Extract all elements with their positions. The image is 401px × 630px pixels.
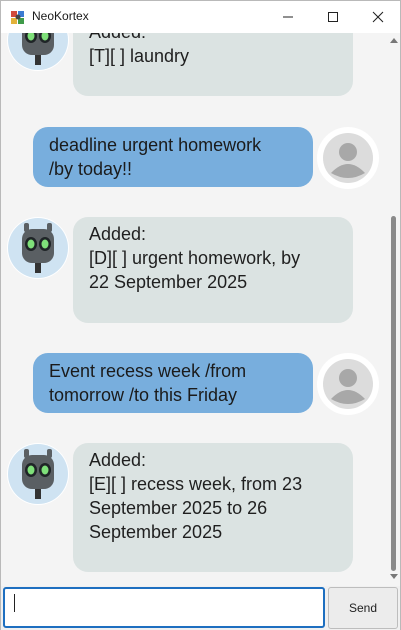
close-button[interactable] [355,1,401,33]
message-line: Added: [89,224,147,244]
bot-avatar [7,33,69,71]
robot-icon [8,218,68,278]
maximize-icon [328,12,338,22]
message-line: Event recess week /from [49,361,247,381]
minimize-icon [283,16,293,18]
app-icon [10,9,26,25]
title-bar[interactable]: NeoKortex [1,1,400,33]
bot-message-bubble: Added: [T][ ] laundry [73,33,353,96]
message-line: [T][ ] laundry [89,46,190,66]
message-line: /by today!! [49,159,133,179]
message-line: Added: [89,450,147,470]
maximize-button[interactable] [310,1,356,33]
vertical-scrollbar[interactable] [388,33,400,586]
message-line: [D][ ] urgent homework, by [89,248,301,268]
user-avatar-icon [318,354,378,414]
bot-avatar [7,443,69,505]
app-window: NeoKortex Added: [T][ ] laundry [0,0,401,630]
message-line: 22 September 2025 [89,272,248,292]
user-avatar-icon [318,128,378,188]
window-title: NeoKortex [32,9,89,23]
message-line: September 2025 [89,522,223,542]
user-message-bubble: deadline urgent homework /by today!! [33,127,313,187]
minimize-button[interactable] [265,1,311,33]
message-line: tomorrow /to this Friday [49,385,238,405]
user-avatar [317,353,379,415]
chat-scroll-pane[interactable]: Added: [T][ ] laundry deadline urgent ho… [1,33,388,586]
scroll-down-icon[interactable] [390,574,398,580]
send-button[interactable]: Send [328,587,398,629]
robot-icon [8,444,68,504]
scroll-up-icon[interactable] [390,37,398,43]
message-line: [E][ ] recess week, from 23 [89,474,303,494]
text-caret [14,594,15,612]
message-line: September 2025 to 26 [89,498,268,518]
bot-message-bubble: Added: [D][ ] urgent homework, by 22 Sep… [73,217,353,323]
input-bar: Send [1,586,400,630]
message-line: deadline urgent homework [49,135,262,155]
message-line: Added: [89,33,337,44]
robot-icon [8,33,68,70]
scrollbar-thumb[interactable] [391,216,396,571]
user-avatar [317,127,379,189]
message-input[interactable] [3,587,325,628]
close-icon [372,11,384,23]
bot-avatar [7,217,69,279]
user-message-bubble: Event recess week /from tomorrow /to thi… [33,353,313,413]
bot-message-bubble: Added: [E][ ] recess week, from 23 Septe… [73,443,353,572]
